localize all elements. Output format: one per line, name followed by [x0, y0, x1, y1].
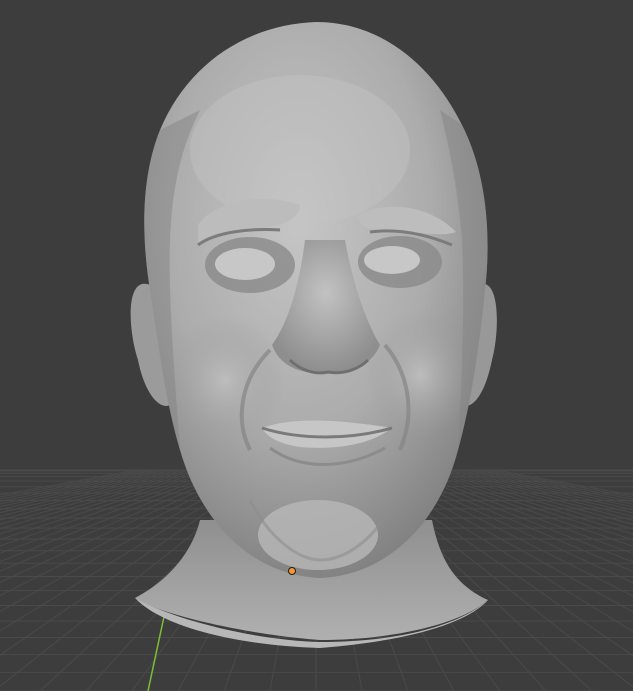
viewport-scene: [0, 22, 633, 691]
grid-line: [483, 469, 633, 500]
3d-viewport[interactable]: [0, 0, 633, 691]
y-axis-line: [147, 611, 166, 691]
grid-line: [459, 469, 633, 511]
grid-line: [0, 469, 143, 498]
origin-marker-icon[interactable]: [288, 567, 296, 575]
grid-line: [0, 469, 167, 508]
grid-line: [489, 469, 633, 498]
grid-line: [0, 469, 149, 500]
grid-line: [0, 469, 173, 511]
